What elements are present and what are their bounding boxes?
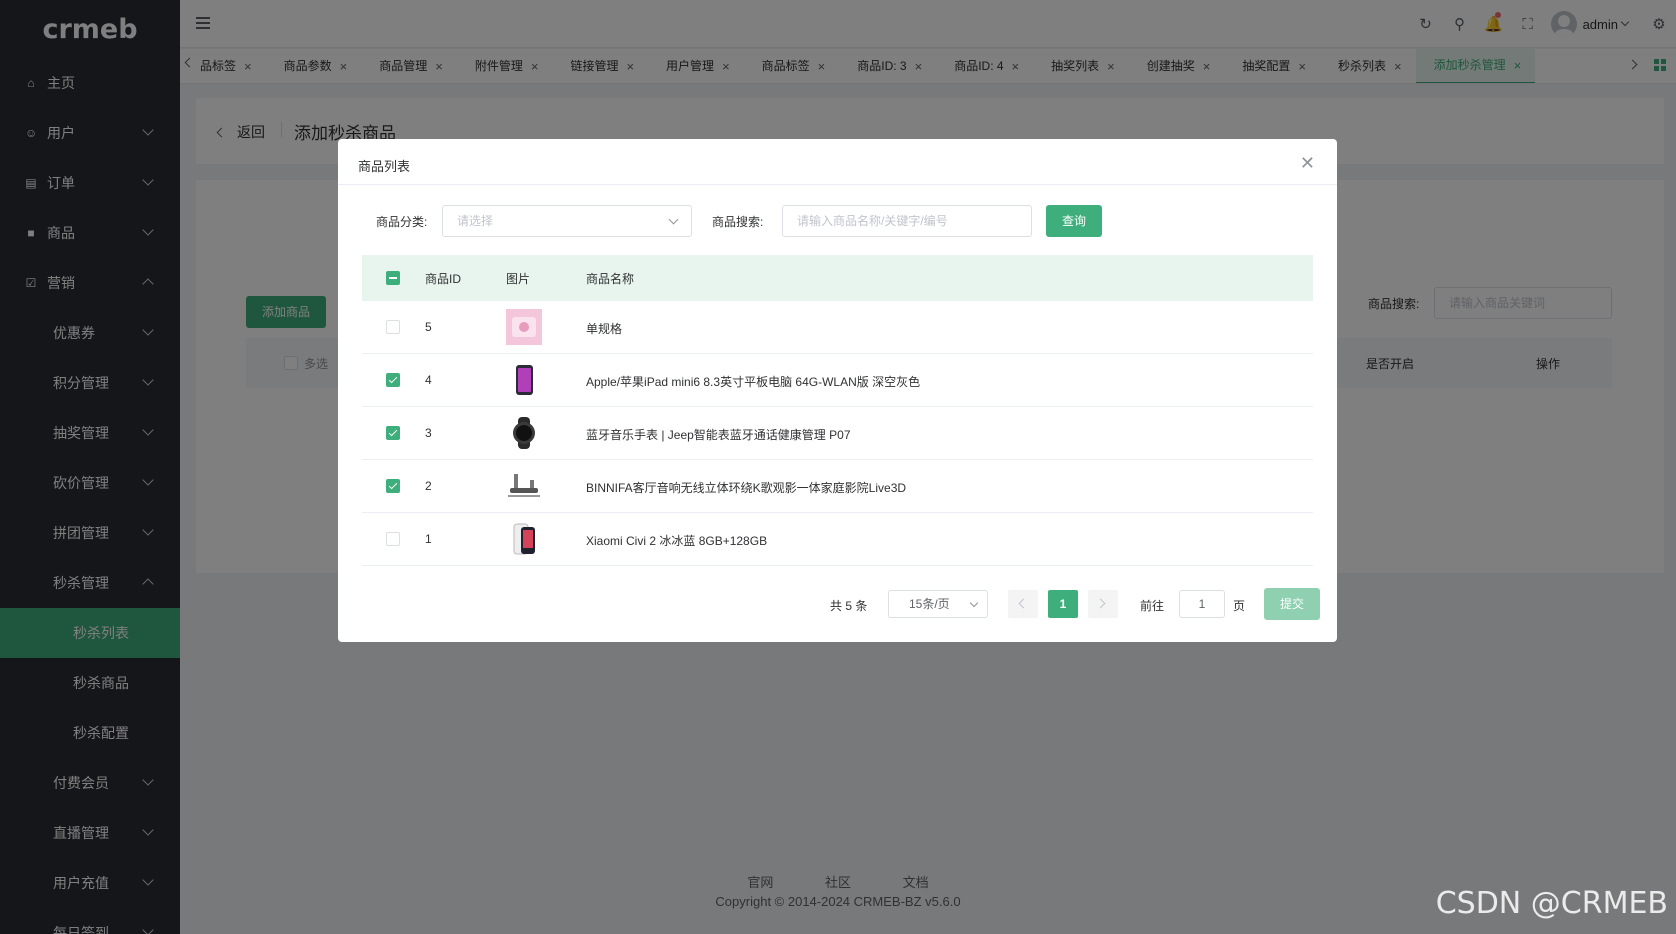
prev-page-button[interactable] [1008, 590, 1038, 618]
table-row[interactable]: 1 Xiaomi Civi 2 冰冰蓝 8GB+128GB [362, 513, 1313, 566]
close-icon[interactable]: ✕ [1300, 153, 1315, 174]
product-thumbnail [506, 521, 542, 557]
current-page[interactable]: 1 [1048, 590, 1078, 618]
product-name: BINNIFA客厅音响无线立体环绕K歌观影一体家庭影院Live3D [586, 481, 907, 495]
table-body: 5 单规格 4 Apple/苹果iPad mini6 8.3英寸平板电脑 64G-WL… [362, 301, 1313, 566]
dialog-title: 商品列表 [358, 159, 411, 174]
product-thumbnail [506, 362, 542, 398]
row-checkbox[interactable] [386, 320, 400, 334]
table-row[interactable]: 3 蓝牙音乐手表 | Jeep智能表蓝牙通话健康管理 P07 [362, 407, 1313, 460]
column-name: 商品名称 [586, 272, 635, 286]
table-header: 商品ID 图片 商品名称 [362, 255, 1313, 301]
product-id: 4 [425, 373, 432, 387]
page-suffix: 页 [1233, 599, 1246, 613]
product-id: 2 [425, 479, 432, 493]
product-thumbnail [506, 415, 542, 451]
product-id: 1 [425, 532, 432, 546]
chevron-right-icon [1095, 598, 1106, 609]
product-list-dialog: 商品列表 ✕ 商品分类: 请选择 商品搜索: 请输入商品名称/关键字/编号 查询… [338, 139, 1337, 642]
goto-page-input[interactable]: 1 [1179, 590, 1225, 618]
dialog-divider [338, 184, 1337, 185]
goto-label: 前往 [1140, 599, 1165, 613]
product-name: 蓝牙音乐手表 | Jeep智能表蓝牙通话健康管理 P07 [586, 428, 851, 442]
submit-button[interactable]: 提交 [1264, 588, 1320, 620]
product-id: 5 [425, 320, 432, 334]
row-checkbox[interactable] [386, 426, 400, 440]
product-search-field[interactable]: 请输入商品名称/关键字/编号 [782, 205, 1032, 237]
category-placeholder: 请选择 [457, 214, 494, 228]
table-row[interactable]: 5 单规格 [362, 301, 1313, 354]
column-id: 商品ID [425, 272, 462, 286]
search-label: 商品搜索: [712, 215, 764, 229]
page-size-select[interactable]: 15条/页 [888, 590, 988, 618]
product-name: Xiaomi Civi 2 冰冰蓝 8GB+128GB [586, 534, 768, 548]
pagination-total: 共 5 条 [830, 599, 868, 613]
product-name: 单规格 [586, 322, 623, 336]
table-row[interactable]: 4 Apple/苹果iPad mini6 8.3英寸平板电脑 64G-WLAN版 … [362, 354, 1313, 407]
product-thumbnail [506, 468, 542, 504]
query-button[interactable]: 查询 [1046, 205, 1102, 237]
watermark: CSDN @CRMEB [1435, 886, 1668, 921]
product-table: 商品ID 图片 商品名称 5 单规格 4 Apple/苹果iPad mini6 8.3… [362, 255, 1313, 566]
page-size-value: 15条/页 [909, 597, 950, 611]
table-row[interactable]: 2 BINNIFA客厅音响无线立体环绕K歌观影一体家庭影院Live3D [362, 460, 1313, 513]
category-select[interactable]: 请选择 [442, 205, 692, 237]
select-all-checkbox[interactable] [386, 271, 400, 285]
chevron-down-icon [969, 598, 979, 608]
row-checkbox[interactable] [386, 479, 400, 493]
product-name: Apple/苹果iPad mini6 8.3英寸平板电脑 64G-WLAN版 深… [586, 375, 921, 389]
product-thumbnail [506, 309, 542, 345]
category-label: 商品分类: [376, 215, 428, 229]
row-checkbox[interactable] [386, 373, 400, 387]
product-id: 3 [425, 426, 432, 440]
row-checkbox[interactable] [386, 532, 400, 546]
column-image: 图片 [506, 272, 531, 286]
chevron-down-icon [668, 214, 679, 225]
next-page-button[interactable] [1088, 590, 1118, 618]
chevron-left-icon [1018, 598, 1029, 609]
